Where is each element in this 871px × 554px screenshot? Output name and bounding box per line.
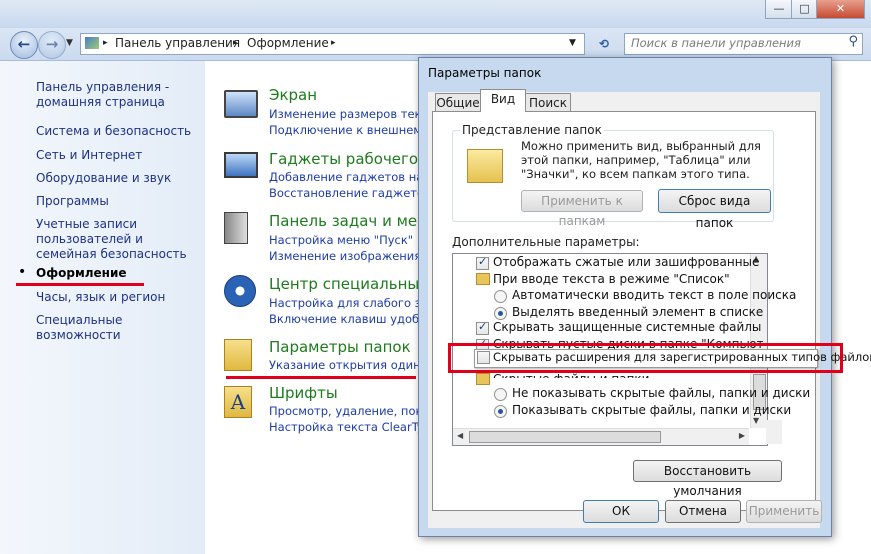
category-link[interactable]: Добавление гаджетов на р [269,170,434,184]
control-panel-icon [85,37,99,49]
category-link[interactable]: Просмотр, удаление, показ [269,404,436,418]
category-link[interactable]: Изменение изображения [269,249,421,263]
folder-icon [476,273,490,285]
dialog-title: Параметры папок [428,66,542,80]
search-placeholder: Поиск в панели управления [631,36,801,50]
checkbox-hide-protected-files[interactable] [476,320,489,335]
search-input[interactable]: Поиск в панели управления ⚲ [624,33,863,55]
option-group-label: При вводе текста в режиме "Список" [493,272,730,286]
active-bullet-icon: • [18,264,27,280]
maximize-button[interactable]: □ [791,0,818,19]
sidebar-item-accessibility[interactable]: Специальные возможности [36,313,205,343]
cancel-button[interactable]: Отмена [665,500,741,523]
arrow-left-icon: ← [17,35,31,53]
breadcrumb-control-panel[interactable]: Панель управления [115,36,240,50]
highlight-underline [16,283,144,286]
sidebar-item-user-accounts[interactable]: Учетные записи пользователей и семейная … [36,217,196,262]
window-title-bar: — □ ✕ [0,0,871,28]
highlight-box [448,343,843,373]
close-button[interactable]: ✕ [816,0,865,19]
sidebar: Панель управления - домашняя страница Си… [0,61,205,554]
scroll-right-icon[interactable]: ▶ [739,431,745,440]
arrow-right-icon: → [45,35,59,53]
scroll-thumb-h[interactable] [469,431,661,443]
search-icon[interactable]: ⚲ [848,34,858,49]
checkbox-show-encrypted[interactable] [476,255,489,270]
option-label: Выделять введенный элемент в списке [512,305,764,319]
folder-options-icon [224,339,252,371]
apply-to-folders-button[interactable]: Применить к папкам [521,190,643,228]
category-link[interactable]: Восстановление гаджетов [269,186,431,200]
option-label: Автоматически вводить текст в поле поиск… [512,288,797,302]
address-field[interactable]: ▸ Панель управления ▸ Оформление ▸ ▼ [80,33,585,55]
sidebar-item-appearance[interactable]: Оформление [36,266,127,281]
breadcrumb-separator-icon: ▸ [103,38,108,48]
gadgets-icon [224,152,258,178]
sidebar-item-programs[interactable]: Программы [36,194,109,209]
sidebar-item-hardware-sound[interactable]: Оборудование и звук [36,171,171,186]
category-link[interactable]: Настройка меню "Пуск" [269,233,413,247]
category-link[interactable]: Настройка для слабого зре [269,296,435,310]
category-title[interactable]: Панель задач и меню [269,212,440,230]
category-link[interactable]: Указание открытия одино [269,358,428,372]
ease-of-access-icon [224,275,256,307]
tab-search[interactable]: Поиск [525,93,571,113]
forward-button[interactable]: → [38,31,66,59]
breadcrumb-appearance[interactable]: Оформление [247,36,329,50]
radio-auto-type-search[interactable] [494,290,507,303]
breadcrumb-separator-icon: ▸ [331,38,336,48]
scroll-down-icon[interactable]: ▼ [753,416,759,425]
tab-general[interactable]: Общие [435,93,481,113]
folder-icon [476,373,490,385]
refresh-button[interactable]: ⟲ [593,34,615,54]
option-label: Отображать сжатые или зашифрованные файл… [493,255,763,269]
taskbar-icon [224,212,248,244]
sidebar-item-network[interactable]: Сеть и Интернет [36,148,142,163]
category-title[interactable]: Центр специальных [269,275,428,293]
apply-button[interactable]: Применить [746,500,822,523]
radio-dont-show-hidden[interactable] [494,388,507,401]
recent-pages-dropdown[interactable]: ▼ [66,38,73,48]
sidebar-item-home[interactable]: Панель управления - домашняя страница [36,80,186,110]
radio-select-typed-item[interactable] [494,307,507,320]
category-link[interactable]: Изменение размеров текст [269,107,435,121]
category-title[interactable]: Шрифты [269,384,338,402]
option-group-label: Скрытые файлы и папки [493,372,751,378]
advanced-settings-label: Дополнительные параметры: [452,235,640,249]
option-label: Скрывать защищенные системные файлы (рек… [493,320,763,334]
refresh-icon: ⟲ [598,37,610,51]
ok-button[interactable]: ОК [583,500,659,523]
sidebar-item-clock-language[interactable]: Часы, язык и регион [36,290,165,305]
option-label: Не показывать скрытые файлы, папки и дис… [512,386,811,400]
category-title[interactable]: Параметры папок [269,338,411,356]
breadcrumb-separator-icon: ▸ [233,38,238,48]
highlight-underline [226,376,416,379]
back-button[interactable]: ← [10,31,38,59]
scroll-left-icon[interactable]: ◀ [457,431,463,440]
scrollbar-corner [766,420,782,444]
folder-view-icon [467,149,503,183]
folder-view-label: Представление папок [460,123,604,137]
folder-view-description: Можно применить вид, выбранный для этой … [521,139,761,181]
option-label: Показывать скрытые файлы, папки и диски [512,403,792,417]
radio-show-hidden[interactable] [494,405,507,418]
category-link[interactable]: Включение клавиш удобн [269,312,427,326]
horizontal-scrollbar[interactable]: ◀ ▶ [453,428,749,445]
category-link[interactable]: Настройка текста ClearType [269,420,438,434]
restore-defaults-button[interactable]: Восстановить умолчания [633,460,782,498]
fonts-icon: A [224,386,252,418]
category-title[interactable]: Экран [269,86,317,104]
address-dropdown-icon[interactable]: ▼ [569,38,576,48]
tab-view[interactable]: Вид [480,89,526,112]
category-link[interactable]: Подключение к внешнему [269,123,429,137]
category-title[interactable]: Гаджеты рабочего ст [269,150,440,168]
minimize-button[interactable]: — [765,0,793,19]
reset-folders-button[interactable]: Сброс вида папок [658,189,771,230]
sidebar-item-system-security[interactable]: Система и безопасность [36,124,191,139]
display-icon [224,90,258,118]
